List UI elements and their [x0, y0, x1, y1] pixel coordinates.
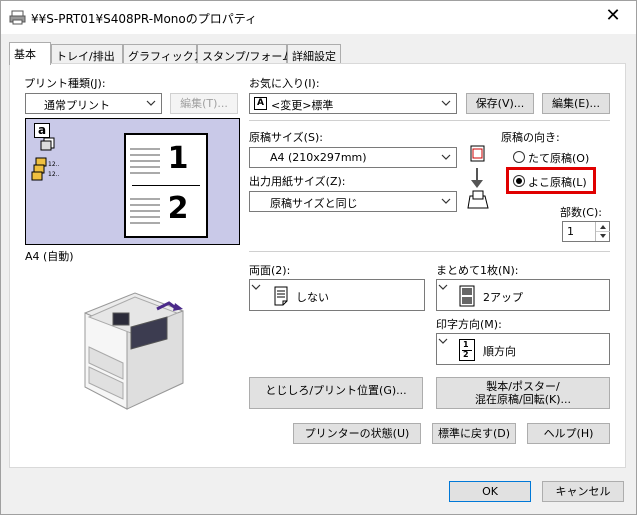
collate-label-a: 12..: [48, 161, 60, 168]
nup-select[interactable]: 2アップ: [436, 279, 610, 311]
properties-dialog: ¥¥S-PRT01¥S408PR-Monoのプロパティ ✕ 基本 トレイ/排出 …: [0, 0, 637, 515]
favorites-edit-button[interactable]: 編集(E)...: [542, 93, 610, 114]
size-conversion-icon: [467, 145, 489, 209]
tab-basic[interactable]: 基本: [9, 42, 51, 65]
preview-page-2: 2: [126, 187, 206, 237]
binding-position-button[interactable]: とじしろ/プリント位置(G)...: [249, 377, 423, 409]
booklet-line-2: 混在原稿/回転(K)...: [475, 393, 571, 406]
restore-defaults-button[interactable]: 標準に戻す(D): [432, 423, 516, 444]
tab-label: 基本: [14, 48, 36, 61]
preview-page-1: 1: [126, 135, 206, 185]
chevron-down-icon: [441, 154, 451, 160]
output-size-label: 出力用紙サイズ(Z):: [249, 175, 346, 188]
duplex-select[interactable]: しない: [249, 279, 425, 311]
chevron-down-icon: [441, 198, 451, 204]
tab-label: 詳細設定: [292, 50, 336, 63]
radio-button[interactable]: [513, 175, 525, 187]
copy-stack-icon: [40, 137, 55, 151]
printer-icon: [9, 10, 26, 25]
favorites-select[interactable]: A <変更>標準: [249, 93, 457, 114]
collate-stack-icon: [31, 157, 47, 181]
tab-label: スタンプ/フォーム: [202, 50, 294, 63]
page-number-1: 1: [167, 141, 189, 176]
booklet-poster-button[interactable]: 製本/ポスター/ 混在原稿/回転(K)...: [436, 377, 610, 409]
cancel-button[interactable]: キャンセル: [542, 481, 624, 502]
divider: [249, 251, 610, 252]
output-size-value: 原稿サイズと同じ: [270, 197, 358, 210]
portrait-label: たて原稿(O): [528, 152, 590, 165]
orientation-landscape-radio[interactable]: よこ原稿(L): [511, 172, 591, 190]
print-type-edit-button[interactable]: 編集(T)...: [170, 93, 238, 114]
tab-graphics[interactable]: グラフィックス: [123, 44, 204, 64]
copies-value: 1: [567, 225, 574, 238]
divider: [249, 120, 610, 121]
direction-icon: 1 2: [459, 339, 475, 361]
duplex-page-icon: [274, 286, 288, 306]
tab-label: トレイ/排出: [56, 50, 115, 63]
tab-label: グラフィックス: [128, 50, 205, 63]
direction-icon-top: 1: [463, 340, 469, 349]
window-title: ¥¥S-PRT01¥S408PR-Monoのプロパティ: [31, 12, 258, 26]
direction-icon-bottom: 2: [463, 350, 469, 359]
print-direction-value: 順方向: [483, 345, 516, 358]
print-type-select[interactable]: 通常プリント: [25, 93, 162, 114]
print-direction-select[interactable]: 1 2 順方向: [436, 333, 610, 365]
page-divider: [132, 185, 200, 186]
favorites-save-button[interactable]: 保存(V)...: [466, 93, 534, 114]
document-a-icon: a: [34, 123, 50, 138]
copies-label: 部数(C):: [560, 206, 602, 219]
document-size-label: 原稿サイズ(S):: [249, 131, 323, 144]
help-button[interactable]: ヘルプ(H): [527, 423, 610, 444]
document-size-value: A4 (210x297mm): [270, 151, 367, 164]
orientation-label: 原稿の向き:: [501, 131, 560, 144]
close-icon[interactable]: ✕: [604, 7, 622, 25]
radio-button[interactable]: [513, 151, 525, 163]
tab-stamp-form[interactable]: スタンプ/フォーム: [197, 44, 293, 64]
print-type-label: プリント種類(J):: [24, 77, 106, 90]
collate-label-b: 12..: [48, 171, 60, 178]
tab-advanced[interactable]: 詳細設定: [287, 44, 341, 64]
printer-status-button[interactable]: プリンターの状態(U): [293, 423, 421, 444]
stepper-arrows[interactable]: [595, 222, 610, 241]
favorites-format-icon: A: [254, 97, 267, 110]
document-size-select[interactable]: A4 (210x297mm): [249, 147, 457, 168]
ok-button[interactable]: OK: [449, 481, 531, 502]
preview-caption: A4 (自動): [25, 250, 74, 263]
favorites-label: お気に入り(I):: [249, 77, 320, 90]
output-size-select[interactable]: 原稿サイズと同じ: [249, 191, 457, 212]
printer-illustration-icon: [84, 292, 184, 410]
layout-preview: a 12.. 12.. 1 2: [25, 118, 240, 245]
landscape-label: よこ原稿(L): [528, 176, 587, 189]
stepper-arrows-icon: [596, 225, 610, 238]
chevron-down-icon: [441, 100, 451, 106]
two-up-icon: [459, 285, 475, 307]
print-type-value: 通常プリント: [44, 99, 110, 112]
tab-tray-output[interactable]: トレイ/排出: [51, 44, 123, 64]
nup-value: 2アップ: [483, 291, 523, 304]
duplex-value: しない: [296, 291, 329, 304]
favorites-value: <変更>標準: [271, 99, 334, 112]
page-number-2: 2: [167, 191, 189, 226]
copies-stepper[interactable]: 1: [562, 221, 610, 242]
duplex-label: 両面(2):: [249, 264, 291, 277]
preview-sheet: 1 2: [124, 133, 208, 238]
print-direction-label: 印字方向(M):: [436, 318, 502, 331]
chevron-down-icon: [146, 100, 156, 106]
title-bar: ¥¥S-PRT01¥S408PR-Monoのプロパティ ✕: [1, 1, 636, 34]
booklet-line-1: 製本/ポスター/: [486, 380, 560, 393]
orientation-portrait-radio[interactable]: たて原稿(O): [511, 148, 606, 166]
nup-label: まとめて1枚(N):: [436, 264, 519, 277]
